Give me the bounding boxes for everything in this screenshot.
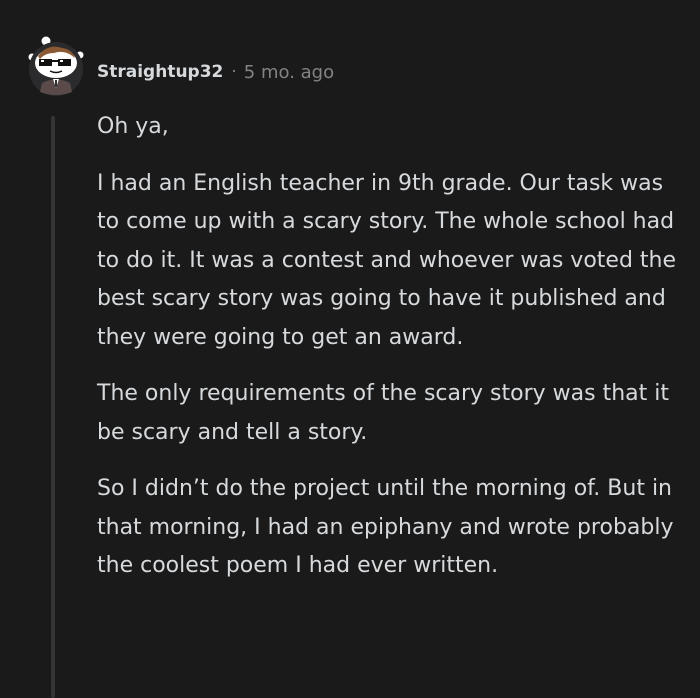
comment: Straightup32 · 5 mo. ago Oh ya, I had an…	[0, 0, 700, 698]
user-avatar[interactable]	[28, 36, 84, 96]
comment-body: Oh ya, I had an English teacher in 9th g…	[97, 108, 687, 604]
comment-paragraph: The only requirements of the scary story…	[97, 381, 669, 445]
comment-timestamp[interactable]: 5 mo. ago	[244, 62, 334, 83]
comment-paragraph: I had an English teacher in 9th grade. O…	[97, 170, 677, 350]
snoo-avatar-icon	[28, 36, 84, 96]
meta-separator: ·	[231, 62, 237, 82]
comment-paragraph: Oh ya,	[97, 114, 169, 139]
thread-collapse-line[interactable]	[51, 116, 55, 698]
comment-meta: Straightup32 · 5 mo. ago	[97, 57, 334, 87]
comment-paragraph: So I didn’t do the project until the mor…	[97, 476, 674, 578]
username-link[interactable]: Straightup32	[97, 62, 223, 82]
